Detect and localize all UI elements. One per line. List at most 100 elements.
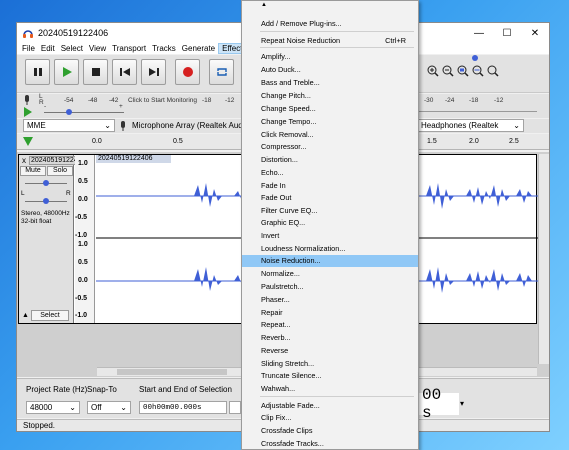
pan-left-label: L <box>21 190 25 197</box>
menu-item-echo[interactable]: Echo... <box>242 167 418 179</box>
menu-item-paulstretch[interactable]: Paulstretch... <box>242 281 418 293</box>
menu-item-clip-fix[interactable]: Clip Fix... <box>242 412 418 424</box>
scale-label: 0.0 <box>78 277 88 284</box>
menu-item-wahwah[interactable]: Wahwah... <box>242 383 418 395</box>
solo-button[interactable]: Solo <box>47 166 73 176</box>
scale-label: 1.0 <box>78 160 88 167</box>
record-button[interactable] <box>175 59 200 85</box>
menu-item-loudness-normalization[interactable]: Loudness Normalization... <box>242 243 418 255</box>
audio-host-select[interactable]: MME ⌄ <box>23 119 115 132</box>
menu-edit[interactable]: Edit <box>38 43 58 54</box>
track-control-panel: x 20240519122406 Mute Solo L R Stereo, 4… <box>19 155 88 323</box>
pause-button[interactable] <box>25 59 50 85</box>
menu-item-adjustable-fade[interactable]: Adjustable Fade... <box>242 400 418 412</box>
mute-button[interactable]: Mute <box>20 166 46 176</box>
gain-slider-thumb[interactable] <box>43 180 49 186</box>
menu-item-bass-and-treble[interactable]: Bass and Treble... <box>242 77 418 89</box>
selection-start-field[interactable]: 00h00m00.000s <box>139 401 227 414</box>
pan-slider-thumb[interactable] <box>43 198 49 204</box>
project-rate-select[interactable]: 48000 ⌄ <box>26 401 80 414</box>
snap-to-select[interactable]: Off ⌄ <box>87 401 131 414</box>
menu-item-reverse[interactable]: Reverse <box>242 345 418 357</box>
menu-item-fade-out[interactable]: Fade Out <box>242 192 418 204</box>
menu-item-click-removal[interactable]: Click Removal... <box>242 129 418 141</box>
close-track-icon[interactable]: x <box>22 156 26 165</box>
menu-scroll-up-icon[interactable]: ▲ <box>242 1 418 9</box>
vertical-scrollbar[interactable] <box>538 154 549 364</box>
menu-item-compressor[interactable]: Compressor... <box>242 141 418 153</box>
menu-item-invert[interactable]: Invert <box>242 230 418 242</box>
menu-item-normalize[interactable]: Normalize... <box>242 268 418 280</box>
scale-label: -1.0 <box>75 232 88 239</box>
menu-view[interactable]: View <box>86 43 109 54</box>
playback-device-select[interactable]: Headphones (Realtek ⌄ <box>417 119 524 132</box>
menu-item-change-pitch[interactable]: Change Pitch... <box>242 90 418 102</box>
playback-slider-thumb[interactable] <box>472 55 478 61</box>
menu-item-reverb[interactable]: Reverb... <box>242 332 418 344</box>
record-icon <box>182 67 193 77</box>
monitor-label[interactable]: Click to Start Monitoring <box>128 97 197 104</box>
menu-item-auto-duck[interactable]: Auto Duck... <box>242 64 418 76</box>
menu-item-filter-curve-eq[interactable]: Filter Curve EQ... <box>242 205 418 217</box>
zoom-tools <box>427 65 512 85</box>
scale-label: -1.0 <box>75 312 88 319</box>
speaker-play-icon[interactable] <box>23 107 33 117</box>
pin-playhead-icon[interactable] <box>23 137 33 146</box>
playback-meter-bar <box>417 111 537 112</box>
select-track-button[interactable]: Select <box>31 310 69 321</box>
menu-item-crossfade-clips[interactable]: Crossfade Clips <box>242 425 418 437</box>
time-display[interactable]: 00 s <box>419 386 459 422</box>
zoom-out-icon[interactable] <box>442 65 454 77</box>
menu-item-fade-in[interactable]: Fade In <box>242 180 418 192</box>
chevron-down-icon[interactable]: ▾ <box>460 399 464 408</box>
menu-item-repeat[interactable]: Repeat... <box>242 319 418 331</box>
menu-item-amplify[interactable]: Amplify... <box>242 51 418 63</box>
menu-item-label: Bass and Treble... <box>261 78 320 87</box>
menu-item-shortcut: Ctrl+R <box>385 36 406 45</box>
stop-button[interactable] <box>83 59 108 85</box>
fit-selection-icon[interactable] <box>457 65 469 77</box>
minimize-icon[interactable]: — <box>465 23 493 43</box>
menu-item-noise-reduction[interactable]: Noise Reduction... <box>242 255 418 267</box>
gain-plus-label: + <box>119 103 123 110</box>
selection-end-field[interactable] <box>229 401 241 414</box>
close-icon[interactable]: ✕ <box>521 23 549 43</box>
gain-slider-track[interactable] <box>44 112 124 113</box>
menu-item-label: Repair <box>261 308 283 317</box>
menu-item-change-speed[interactable]: Change Speed... <box>242 103 418 115</box>
menu-item-change-tempo[interactable]: Change Tempo... <box>242 116 418 128</box>
menu-item-repeat-noise-reduction[interactable]: Repeat Noise Reduction Ctrl+R <box>242 35 418 47</box>
recording-device-select[interactable]: Microphone Array (Realtek Audio <box>129 119 259 132</box>
zoom-in-icon[interactable] <box>427 65 439 77</box>
menu-item-phaser[interactable]: Phaser... <box>242 294 418 306</box>
menu-transport[interactable]: Transport <box>109 43 149 54</box>
menu-item-label: Fade In <box>261 181 286 190</box>
menu-item-sliding-stretch[interactable]: Sliding Stretch... <box>242 358 418 370</box>
play-button[interactable] <box>54 59 79 85</box>
horizontal-scroll-thumb[interactable] <box>117 369 227 375</box>
skip-end-button[interactable] <box>141 59 166 85</box>
loop-button[interactable] <box>209 59 234 85</box>
menu-item-graphic-eq[interactable]: Graphic EQ... <box>242 217 418 229</box>
menu-file[interactable]: File <box>19 43 38 54</box>
menu-item-crossfade-tracks[interactable]: Crossfade Tracks... <box>242 438 418 450</box>
menu-generate[interactable]: Generate <box>179 43 218 54</box>
collapse-track-icon[interactable]: ▲ <box>22 312 29 319</box>
menu-item-label: Wahwah... <box>261 384 296 393</box>
skip-start-button[interactable] <box>112 59 137 85</box>
menu-item-truncate-silence[interactable]: Truncate Silence... <box>242 370 418 382</box>
maximize-icon[interactable]: ☐ <box>493 23 521 43</box>
window-title: 20240519122406 <box>38 28 109 38</box>
scale-label: 0.5 <box>78 259 88 266</box>
menu-item-label: Repeat Noise Reduction <box>261 36 341 45</box>
gain-slider-thumb[interactable] <box>66 109 72 115</box>
fit-project-icon[interactable] <box>472 65 484 77</box>
menu-item-add-remove-plug-ins[interactable]: Add / Remove Plug-ins... <box>242 18 418 30</box>
menu-item-repair[interactable]: Repair <box>242 307 418 319</box>
rec-tick: -12 <box>225 97 235 104</box>
zoom-toggle-icon[interactable] <box>487 65 499 77</box>
menu-select[interactable]: Select <box>58 43 86 54</box>
menu-item-label: Reverb... <box>261 333 291 342</box>
menu-item-distortion[interactable]: Distortion... <box>242 154 418 166</box>
menu-tracks[interactable]: Tracks <box>149 43 179 54</box>
